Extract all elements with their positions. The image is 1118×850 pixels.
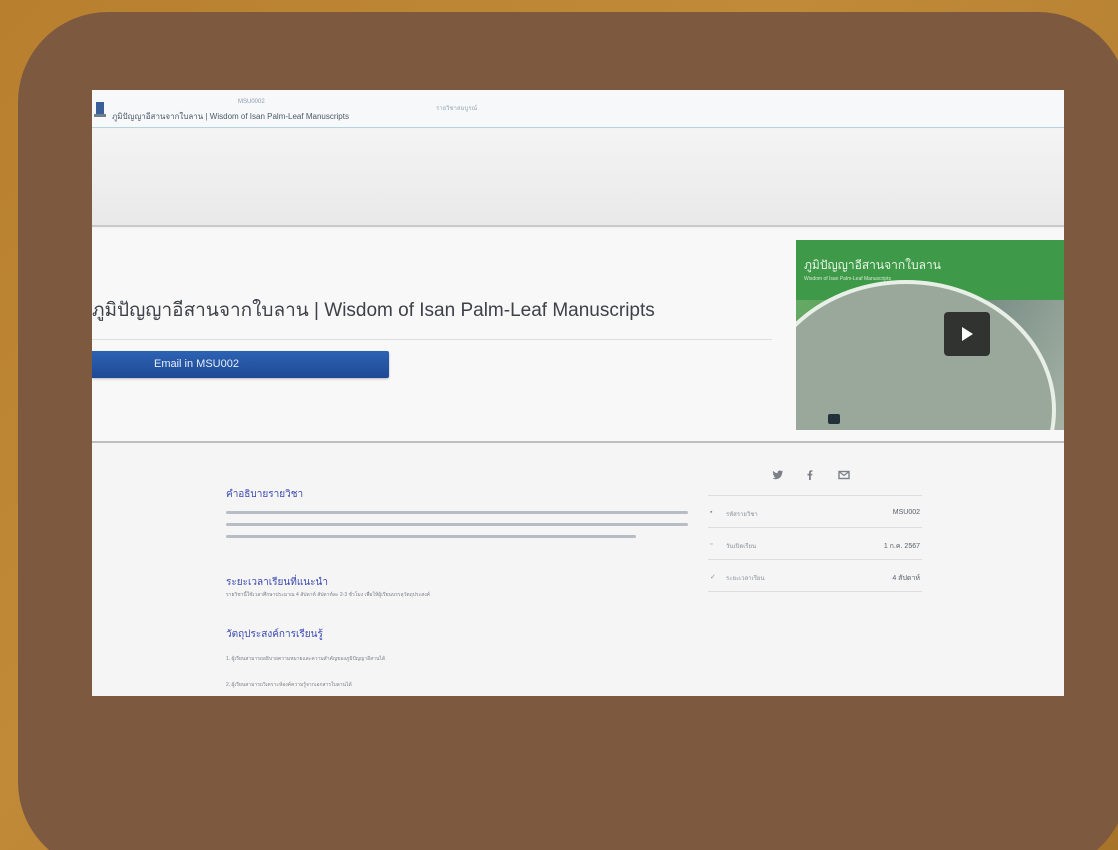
page-banner bbox=[92, 129, 1064, 227]
about-text-line bbox=[226, 535, 636, 538]
info-divider bbox=[708, 559, 922, 560]
course-video-thumbnail[interactable]: ภูมิปัญญาอีสานจากใบลาน Wisdom of Isan Pa… bbox=[796, 240, 1064, 430]
schedule-heading: ระยะเวลาเรียนที่แนะนำ bbox=[226, 577, 328, 588]
video-subtitle: Wisdom of Isan Palm-Leaf Manuscripts bbox=[804, 276, 891, 282]
university-logo-icon[interactable] bbox=[94, 100, 106, 118]
title-divider bbox=[92, 339, 772, 340]
play-icon bbox=[962, 327, 973, 341]
objectives-heading: วัตถุประสงค์การเรียนรู้ bbox=[226, 629, 323, 640]
info-value-start: 1 ก.ค. 2567 bbox=[883, 543, 920, 550]
course-title: ภูมิปัญญาอีสานจากใบลาน | Wisdom of Isan … bbox=[92, 300, 655, 321]
calendar-icon: ▫ bbox=[710, 541, 713, 548]
info-label-start: วันเปิดเรียน bbox=[726, 544, 757, 550]
course-status-link[interactable]: รายวิชาสมบูรณ์ bbox=[436, 103, 477, 113]
top-navigation-bar: ภูมิปัญญาอีสานจากใบลาน | Wisdom of Isan … bbox=[92, 90, 1064, 128]
twitter-icon[interactable] bbox=[772, 469, 784, 481]
info-label-duration: ระยะเวลาเรียน bbox=[726, 576, 765, 582]
enroll-button[interactable]: Email in MSU002 bbox=[92, 351, 389, 378]
course-code-breadcrumb[interactable]: MSU0002 bbox=[238, 99, 265, 105]
play-button[interactable] bbox=[944, 312, 990, 356]
info-divider bbox=[708, 527, 922, 528]
site-title-link[interactable]: ภูมิปัญญาอีสานจากใบลาน | Wisdom of Isan … bbox=[112, 110, 349, 123]
about-text-line bbox=[226, 511, 688, 514]
course-code-icon: ▪ bbox=[710, 509, 713, 516]
course-hero: ภูมิปัญญาอีสานจากใบลาน | Wisdom of Isan … bbox=[92, 229, 1064, 441]
info-value-code: MSU002 bbox=[892, 509, 920, 516]
info-label-code: รหัสรายวิชา bbox=[726, 512, 758, 518]
objective-item: 1. ผู้เรียนสามารถอธิบายความหมายและความสำ… bbox=[226, 656, 386, 662]
course-content: คำอธิบายรายวิชา ระยะเวลาเรียนที่แนะนำ รา… bbox=[92, 443, 1064, 696]
schedule-text: รายวิชานี้ใช้เวลาศึกษาประมาณ 4 สัปดาห์ ส… bbox=[226, 592, 431, 598]
facebook-icon[interactable] bbox=[804, 469, 816, 481]
info-value-duration: 4 สัปดาห์ bbox=[892, 575, 920, 582]
video-logo-icon bbox=[828, 414, 840, 424]
course-page-screenshot: ภูมิปัญญาอีสานจากใบลาน | Wisdom of Isan … bbox=[92, 90, 1064, 696]
objective-item: 2. ผู้เรียนสามารถวิเคราะห์องค์ความรู้จาก… bbox=[226, 682, 352, 688]
video-title: ภูมิปัญญาอีสานจากใบลาน bbox=[804, 258, 941, 272]
about-text-line bbox=[226, 523, 688, 526]
video-thumbnail-image bbox=[796, 280, 1056, 430]
email-icon[interactable] bbox=[838, 469, 850, 481]
clock-icon: ✓ bbox=[710, 574, 716, 581]
info-divider bbox=[708, 591, 922, 592]
info-divider bbox=[708, 495, 922, 496]
about-heading: คำอธิบายรายวิชา bbox=[226, 489, 304, 500]
